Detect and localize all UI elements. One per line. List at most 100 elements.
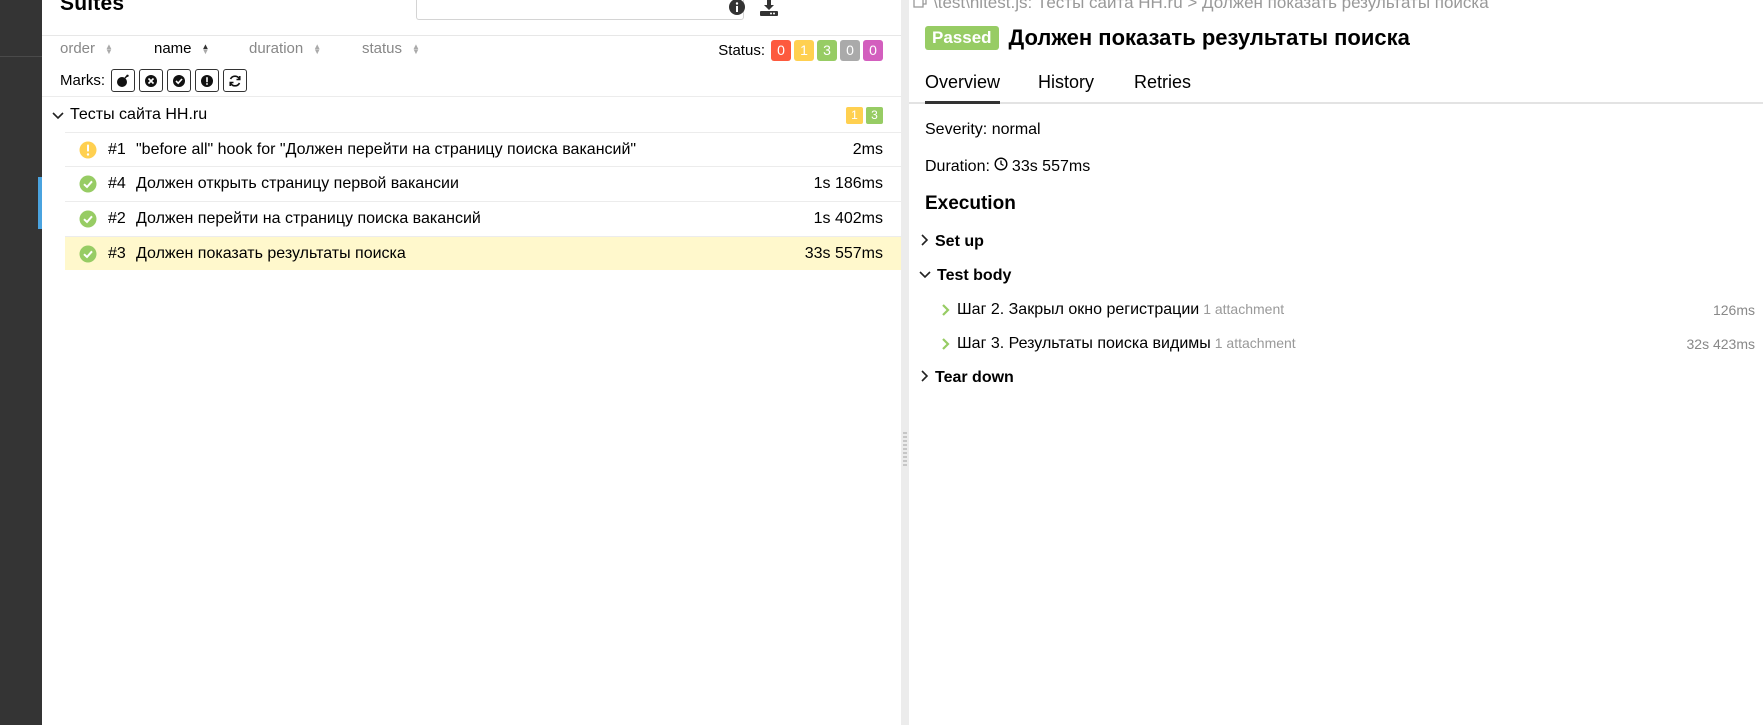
sort-by-order[interactable]: order ▲ ▼ [60, 40, 113, 57]
step-name: Шаг 3. Результаты поиска видимы [957, 335, 1211, 352]
test-duration: 2ms [852, 141, 883, 158]
test-duration: 1s 402ms [813, 210, 883, 227]
clock-icon [994, 157, 1008, 176]
execution-heading: Execution [925, 193, 1016, 214]
sort-by-status[interactable]: status ▲ ▼ [362, 40, 420, 57]
step-duration: 32s 423ms [1686, 336, 1755, 352]
duration-field: Duration: 33s 557ms [925, 157, 1090, 176]
test-number: #3 [108, 245, 126, 262]
nav-divider [0, 56, 42, 57]
sort-toolbar: order ▲ ▼ name ▲ ▼ duration ▲ ▼ status ▲ ▼ S… [42, 38, 901, 61]
test-number: #2 [108, 210, 126, 227]
test-body-label: Test body [937, 267, 1012, 284]
side-navigation [0, 0, 42, 725]
broken-count-badge: 1 [846, 107, 863, 124]
chevron-right-icon [941, 303, 951, 322]
status-failed-toggle[interactable]: 0 [771, 40, 791, 61]
status-broken-toggle[interactable]: 1 [794, 40, 814, 61]
new-passed-icon[interactable] [167, 69, 191, 92]
passed-status-icon [79, 210, 97, 233]
severity-field: Severity: normal [925, 121, 1041, 138]
sort-by-name[interactable]: name ▲ ▼ [154, 40, 209, 57]
test-number: #1 [108, 141, 126, 158]
suite-group-counts: 1 3 [846, 107, 883, 124]
sort-label-name: name [154, 40, 192, 57]
test-title: Должен перейти на страницу поиска ваканс… [136, 210, 481, 227]
passed-status-icon [79, 175, 97, 198]
breadcrumb-path[interactable]: \test\nitest.js: Тесты сайта HH.ru > Дол… [933, 0, 1489, 13]
suites-title: Suites [60, 0, 125, 15]
duration-label: Duration: [925, 157, 990, 175]
sort-arrows-icon: ▲ ▼ [313, 41, 322, 56]
search-input[interactable] [416, 0, 744, 20]
step-row[interactable]: Шаг 2. Закрыл окно регистрации 1 attachme… [941, 299, 1755, 323]
status-badge: Passed [925, 26, 999, 50]
marks-filter: Marks: [60, 69, 247, 92]
setup-section[interactable]: Set up [919, 233, 984, 251]
tab-overview[interactable]: Overview [925, 72, 1001, 104]
sort-label-duration: duration [249, 40, 304, 57]
sort-arrows-icon: ▲ ▼ [412, 41, 420, 56]
test-title: "before all" hook for "Должен перейти на… [136, 141, 637, 158]
step-name: Шаг 2. Закрыл окно регистрации [957, 301, 1200, 318]
page-title: Должен показать результаты поиска [1008, 25, 1410, 50]
broken-status-icon [79, 141, 97, 164]
test-row[interactable]: #2 Должен перейти на страницу поиска вак… [65, 201, 901, 235]
status-unknown-toggle[interactable]: 0 [863, 40, 883, 61]
copy-icon[interactable] [913, 0, 927, 13]
chevron-right-icon [919, 369, 929, 387]
suite-group-name: Тесты сайта HH.ru [70, 106, 208, 123]
step-row[interactable]: Шаг 3. Результаты поиска видимы 1 attachm… [941, 333, 1755, 357]
teardown-section[interactable]: Tear down [919, 369, 1014, 387]
download-icon[interactable] [758, 0, 780, 17]
allure-report-window: Suites order ▲ ▼ name ▲ ▼ duration ▲ ▼ stat… [0, 0, 1763, 725]
marks-label: Marks: [60, 72, 105, 89]
suites-pane: Suites order ▲ ▼ name ▲ ▼ duration ▲ ▼ stat… [42, 0, 901, 725]
status-skipped-toggle[interactable]: 0 [840, 40, 860, 61]
chevron-right-icon [919, 233, 929, 251]
test-row-selected[interactable]: #3 Должен показать результаты поиска 33s… [65, 236, 901, 270]
test-detail-pane: \test\nitest.js: Тесты сайта HH.ru > Дол… [909, 0, 1763, 725]
duration-value: 33s 557ms [1011, 157, 1091, 175]
tab-retries[interactable]: Retries [1134, 72, 1191, 104]
test-title: Должен показать результаты поиска [136, 245, 406, 262]
breadcrumb: \test\nitest.js: Тесты сайта HH.ru > Дол… [913, 0, 1489, 13]
test-title: Должен открыть страницу первой вакансии [136, 175, 459, 192]
status-passed-toggle[interactable]: 3 [817, 40, 837, 61]
step-attachments: 1 attachment [1214, 335, 1296, 351]
sort-by-duration[interactable]: duration ▲ ▼ [249, 40, 321, 57]
test-row[interactable]: #1 "before all" hook for "Должен перейти… [65, 132, 901, 166]
passed-count-badge: 3 [866, 107, 883, 124]
suite-group-row[interactable]: Тесты сайта HH.ru 1 3 [42, 101, 901, 131]
sort-label-status: status [362, 40, 403, 57]
test-duration: 33s 557ms [804, 245, 883, 262]
retries-icon[interactable] [223, 69, 247, 92]
marks-divider [42, 96, 901, 97]
status-filter: Status: 0 1 3 0 0 [718, 40, 883, 61]
sort-arrows-icon: ▲ ▼ [201, 41, 210, 56]
step-duration: 126ms [1712, 302, 1755, 318]
flaky-bomb-icon[interactable] [111, 69, 135, 92]
chevron-down-icon [919, 267, 931, 285]
teardown-label: Tear down [935, 369, 1014, 386]
test-header: Passed Должен показать результаты поиска [925, 25, 1410, 51]
status-filter-label: Status: [718, 42, 765, 59]
test-body-section[interactable]: Test body [919, 267, 1011, 285]
pane-splitter[interactable] [901, 0, 909, 725]
splitter-grip-handle[interactable] [903, 432, 907, 466]
tab-history[interactable]: History [1038, 72, 1094, 104]
sort-label-order: order [60, 40, 96, 57]
step-attachments: 1 attachment [1203, 301, 1285, 317]
detail-tabs: Overview History Retries [909, 64, 1763, 104]
test-number: #4 [108, 175, 126, 192]
test-duration: 1s 186ms [813, 175, 883, 192]
new-broken-icon[interactable] [195, 69, 219, 92]
info-circle-icon[interactable] [726, 0, 748, 17]
setup-label: Set up [935, 233, 984, 250]
passed-status-icon [79, 245, 97, 268]
chevron-right-icon [941, 337, 951, 356]
test-row[interactable]: #4 Должен открыть страницу первой ваканс… [65, 166, 901, 200]
chevron-down-icon [52, 108, 64, 126]
new-failed-icon[interactable] [139, 69, 163, 92]
header-divider [42, 35, 901, 36]
